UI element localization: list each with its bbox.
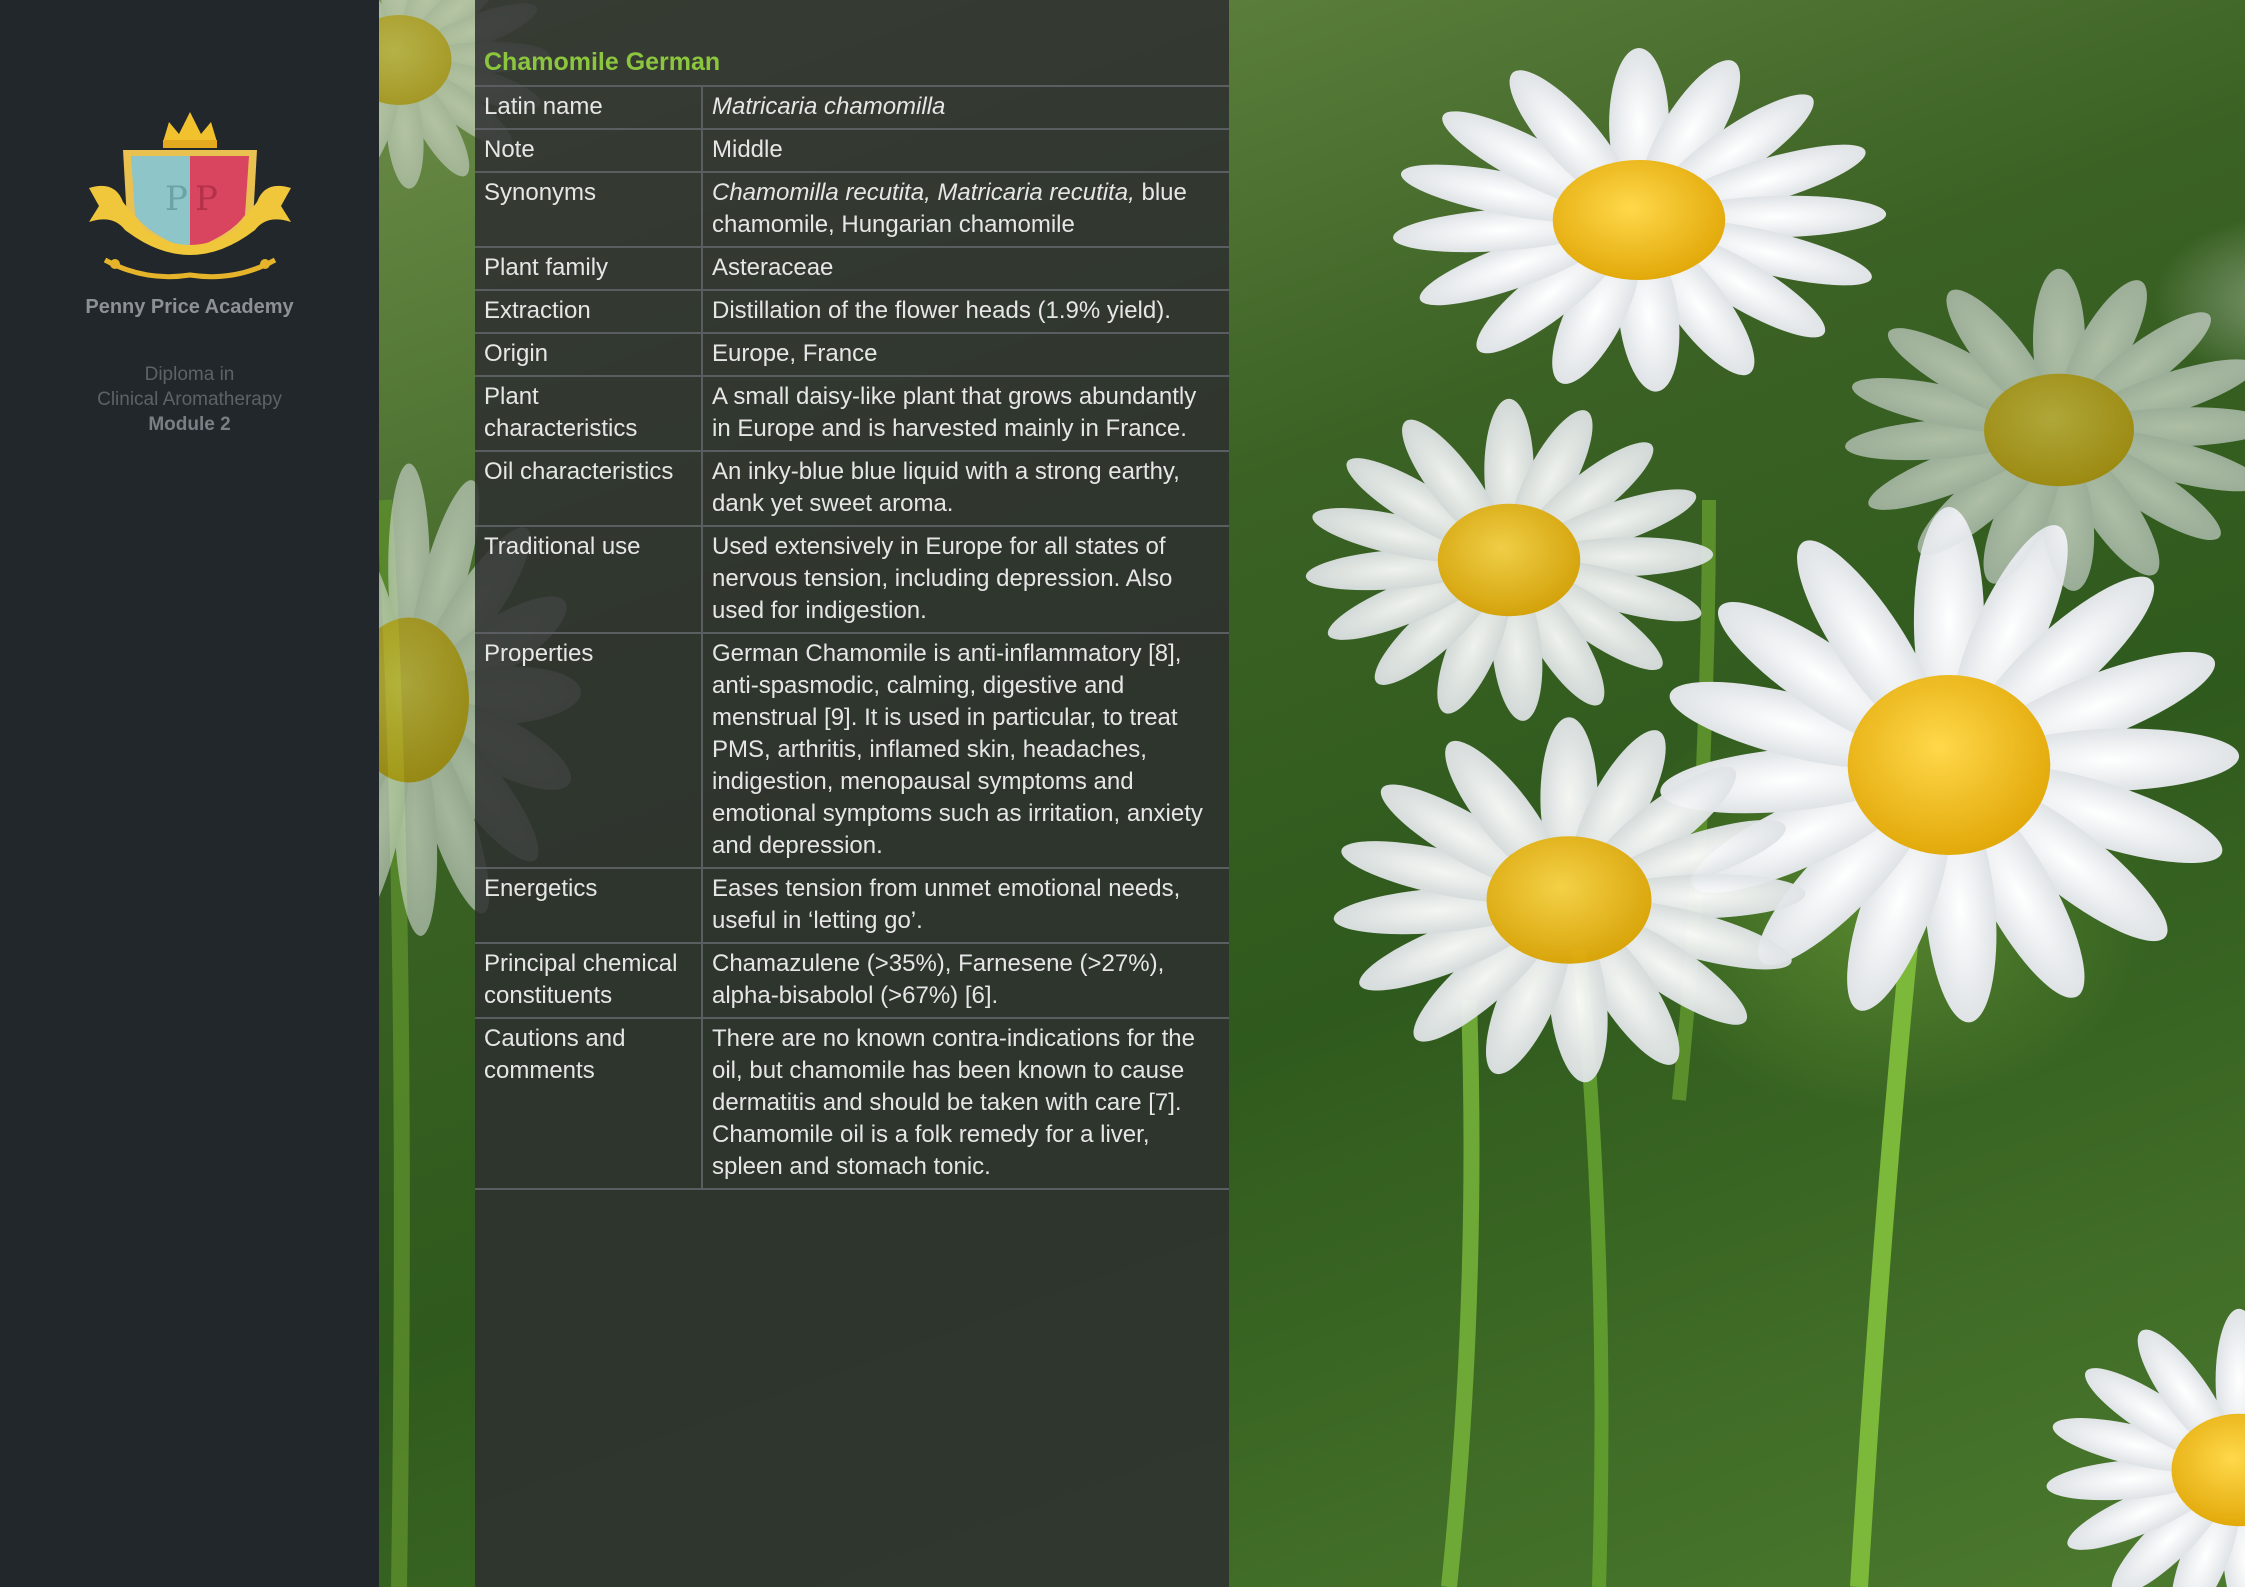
row-label: Properties bbox=[475, 632, 703, 869]
course-title: Diploma in Clinical Aromatherapy Module … bbox=[0, 362, 379, 437]
row-label: Traditional use bbox=[475, 525, 703, 634]
table-row: Energetics Eases tension from unmet emoti… bbox=[475, 867, 1229, 944]
table-row: Traditional use Used extensively in Europ… bbox=[475, 525, 1229, 634]
row-value-text: A small daisy-like plant that grows abun… bbox=[712, 383, 1197, 442]
row-label: Plant characteristics bbox=[475, 375, 703, 452]
academy-crest-logo: P P bbox=[89, 112, 291, 280]
row-label: Synonyms bbox=[475, 171, 703, 248]
row-value-text: Eases tension from unmet emotional needs… bbox=[712, 875, 1181, 934]
diploma-line2: Clinical Aromatherapy bbox=[97, 389, 282, 410]
oil-properties-body: Latin name Matricaria chamomilla Note Middl… bbox=[475, 85, 1229, 1190]
table-row: Cautions and comments There are no known … bbox=[475, 1017, 1229, 1190]
table-row: Principal chemical constituents Chamazule… bbox=[475, 942, 1229, 1019]
table-row: Properties German Chamomile is anti-infla… bbox=[475, 632, 1229, 869]
row-value-text: Used extensively in Europe for all state… bbox=[712, 533, 1173, 624]
diploma-line1: Diploma in bbox=[144, 364, 235, 385]
table-row: Latin name Matricaria chamomilla bbox=[475, 85, 1229, 130]
module-label: Module 2 bbox=[148, 414, 231, 435]
row-value: Eases tension from unmet emotional needs… bbox=[702, 867, 1229, 944]
row-value: Europe, France bbox=[702, 332, 1229, 377]
row-value-text: An inky-blue blue liquid with a strong e… bbox=[712, 458, 1180, 517]
row-value: Middle bbox=[702, 128, 1229, 173]
row-value: There are no known contra-indications fo… bbox=[702, 1017, 1229, 1190]
row-value: Used extensively in Europe for all state… bbox=[702, 525, 1229, 634]
oil-title: Chamomile German bbox=[484, 48, 721, 76]
table-row: Plant family Asteraceae bbox=[475, 246, 1229, 291]
table-row: Note Middle bbox=[475, 128, 1229, 173]
row-value-text: Middle bbox=[712, 136, 783, 163]
row-value-text: Chamazulene (>35%), Farnesene (>27%), al… bbox=[712, 950, 1165, 1009]
table-row: Oil characteristics An inky-blue blue liq… bbox=[475, 450, 1229, 527]
row-value: Matricaria chamomilla bbox=[702, 85, 1229, 130]
row-label: Latin name bbox=[475, 85, 703, 130]
table-row: Extraction Distillation of the flower hea… bbox=[475, 289, 1229, 334]
row-value-text: Distillation of the flower heads (1.9% y… bbox=[712, 297, 1171, 324]
row-value-italic: Matricaria chamomilla bbox=[712, 93, 946, 120]
academy-name: Penny Price Academy bbox=[85, 296, 294, 318]
row-value: Asteraceae bbox=[702, 246, 1229, 291]
row-label: Principal chemical constituents bbox=[475, 942, 703, 1019]
row-value: German Chamomile is anti-inflammatory [8… bbox=[702, 632, 1229, 869]
row-value: Chamomilla recutita, Matricaria recutita… bbox=[702, 171, 1229, 248]
row-value-text: Europe, France bbox=[712, 340, 878, 367]
svg-text:P: P bbox=[165, 179, 188, 219]
row-value-text: Asteraceae bbox=[712, 254, 834, 281]
sidebar: P P Penny Price Academy Diploma in Clini… bbox=[0, 0, 379, 1587]
table-row: Plant characteristics A small daisy-like … bbox=[475, 375, 1229, 452]
row-value-text: There are no known contra-indications fo… bbox=[712, 1025, 1195, 1180]
row-label: Oil characteristics bbox=[475, 450, 703, 527]
table-row: Origin Europe, France bbox=[475, 332, 1229, 377]
row-value-italic: Chamomilla recutita, Matricaria recutita… bbox=[712, 179, 1135, 206]
row-value: A small daisy-like plant that grows abun… bbox=[702, 375, 1229, 452]
row-label: Extraction bbox=[475, 289, 703, 334]
row-value: Distillation of the flower heads (1.9% y… bbox=[702, 289, 1229, 334]
row-label: Cautions and comments bbox=[475, 1017, 703, 1190]
row-value: An inky-blue blue liquid with a strong e… bbox=[702, 450, 1229, 527]
row-label: Plant family bbox=[475, 246, 703, 291]
row-value-text: German Chamomile is anti-inflammatory [8… bbox=[712, 640, 1203, 859]
row-label: Origin bbox=[475, 332, 703, 377]
table-row: Synonyms Chamomilla recutita, Matricaria … bbox=[475, 171, 1229, 248]
row-label: Note bbox=[475, 128, 703, 173]
row-value: Chamazulene (>35%), Farnesene (>27%), al… bbox=[702, 942, 1229, 1019]
row-label: Energetics bbox=[475, 867, 703, 944]
oil-properties-table: Latin name Matricaria chamomilla Note Middl… bbox=[475, 85, 1229, 1190]
svg-text:P: P bbox=[195, 179, 218, 219]
